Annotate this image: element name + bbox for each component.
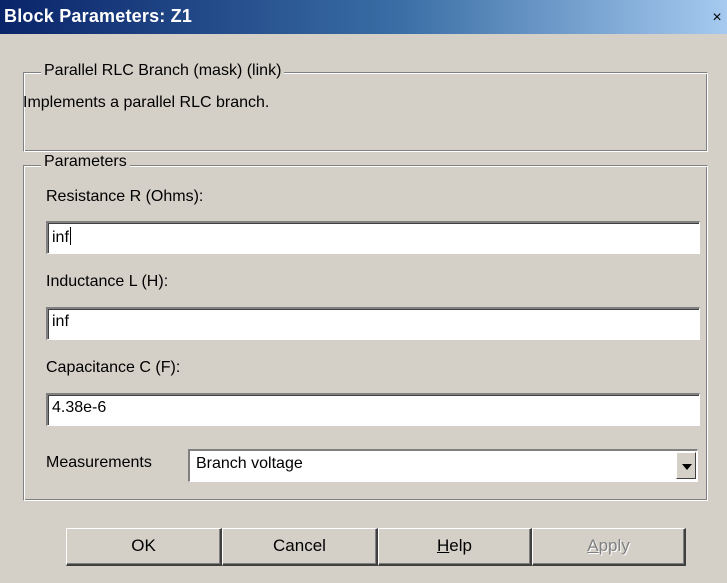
mask-group-legend: Parallel RLC Branch (mask) (link) [41, 62, 285, 80]
measurements-select[interactable]: Branch voltage [188, 449, 698, 482]
apply-button[interactable]: Apply [532, 528, 686, 566]
resistance-value: inf [52, 229, 69, 246]
cancel-button-label: Cancel [273, 536, 326, 555]
parameters-group-legend: Parameters [41, 153, 130, 171]
capacitance-input[interactable]: 4.38e-6 [46, 393, 700, 426]
apply-button-label: pply [598, 536, 630, 555]
capacitance-value: 4.38e-6 [52, 399, 107, 416]
mask-description-group [23, 72, 708, 152]
inductance-value: inf [52, 313, 69, 330]
resistance-label: Resistance R (Ohms): [46, 188, 204, 205]
mask-description: Implements a parallel RLC branch. [23, 94, 270, 111]
block-parameters-dialog: Block Parameters: Z1 × Parallel RLC Bran… [0, 0, 727, 583]
window-title: Block Parameters: Z1 [4, 6, 193, 26]
close-icon[interactable]: × [709, 10, 725, 26]
inductance-input[interactable]: inf [46, 307, 700, 340]
measurements-label: Measurements [46, 454, 152, 471]
inductance-label: Inductance L (H): [46, 273, 169, 290]
resistance-input[interactable]: inf [46, 221, 700, 254]
chevron-down-icon [682, 464, 692, 470]
help-button-mnemonic: H [437, 536, 450, 555]
cancel-button[interactable]: Cancel [222, 528, 378, 566]
help-button[interactable]: Help [378, 528, 532, 566]
title-bar[interactable]: Block Parameters: Z1 × [0, 0, 727, 34]
measurements-selected-value: Branch voltage [196, 455, 303, 472]
measurements-dropdown-button[interactable] [676, 452, 696, 479]
text-caret [69, 227, 71, 245]
help-button-label: elp [449, 536, 472, 555]
ok-button[interactable]: OK [66, 528, 222, 566]
apply-button-mnemonic: A [587, 536, 599, 555]
capacitance-label: Capacitance C (F): [46, 359, 181, 376]
ok-button-label: OK [131, 536, 156, 555]
